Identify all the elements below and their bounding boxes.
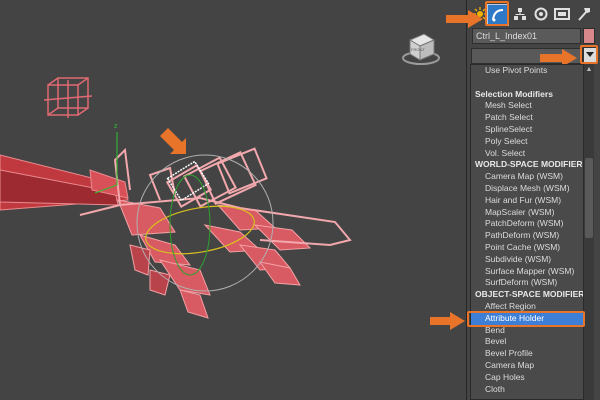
viewcube-label: FRONT [411, 47, 425, 52]
modifier-list-item[interactable]: Subdivide (WSM) [471, 254, 583, 266]
hierarchy-icon[interactable] [510, 4, 530, 24]
callout-arrow-attribute-holder [430, 312, 465, 330]
scroll-up-icon[interactable]: ▲ [585, 66, 593, 74]
modifier-list-item[interactable]: PathDeform (WSM) [471, 230, 583, 242]
modifier-category-header: Selection Modifiers [475, 88, 553, 99]
cube-control [43, 77, 93, 118]
modifier-category-header: WORLD-SPACE MODIFIERS [475, 159, 583, 170]
modifier-list-item[interactable]: Patch Select [471, 112, 583, 124]
modifier-list[interactable]: Use Pivot Points Selection Modifiers Mesh … [470, 64, 584, 400]
modifier-list-item[interactable]: PatchDeform (WSM) [471, 218, 583, 230]
modifier-category-header: OBJECT-SPACE MODIFIERS [475, 289, 583, 300]
modifier-list-item[interactable]: Use Pivot Points [471, 65, 583, 77]
modifier-list-item[interactable]: MapScaler (WSM) [471, 207, 583, 219]
modifier-list-item[interactable]: SurfDeform (WSM) [471, 277, 583, 289]
modifier-list-item[interactable]: Poly Select [471, 136, 583, 148]
modifier-list-item[interactable]: Mesh Select [471, 100, 583, 112]
object-name-field[interactable]: Ctrl_L_Index01 [472, 28, 581, 44]
modifier-list-item[interactable]: Vol. Select [471, 148, 583, 160]
modifier-list-item[interactable]: Camera Map [471, 360, 583, 372]
modifier-list-item[interactable]: Cap Holes [471, 372, 583, 384]
utilities-icon[interactable] [574, 4, 594, 24]
motion-icon[interactable] [531, 4, 551, 24]
scrollbar-thumb[interactable] [585, 158, 593, 238]
modifier-list-item[interactable]: Hair and Fur (WSM) [471, 195, 583, 207]
viewport-scene[interactable]: z FRONT [0, 0, 466, 400]
viewport[interactable]: z FRONT [0, 0, 466, 400]
callout-box-modify-tab [485, 1, 509, 26]
callout-arrow-control [160, 128, 186, 154]
viewcube[interactable]: FRONT [402, 33, 440, 65]
modifier-list-item[interactable]: Surface Mapper (WSM) [471, 266, 583, 278]
display-icon[interactable] [552, 4, 572, 24]
modifier-list-item[interactable]: Displace Mesh (WSM) [471, 183, 583, 195]
modifier-list-item[interactable]: Point Cache (WSM) [471, 242, 583, 254]
callout-arrow-modify-tab [446, 10, 483, 28]
callout-box-attribute-holder [467, 311, 585, 327]
modifier-list-item[interactable]: Bevel Profile [471, 348, 583, 360]
modifier-list-item[interactable]: Bevel [471, 336, 583, 348]
axis-z-label: z [114, 123, 118, 130]
modifier-list-item[interactable]: Camera Map (WSM) [471, 171, 583, 183]
callout-box-dropdown [580, 45, 598, 64]
arm-mesh [0, 154, 129, 211]
modifier-list-item[interactable]: Cloth [471, 384, 583, 396]
modifier-list-item[interactable]: SplineSelect [471, 124, 583, 136]
object-color-swatch[interactable] [583, 28, 595, 44]
